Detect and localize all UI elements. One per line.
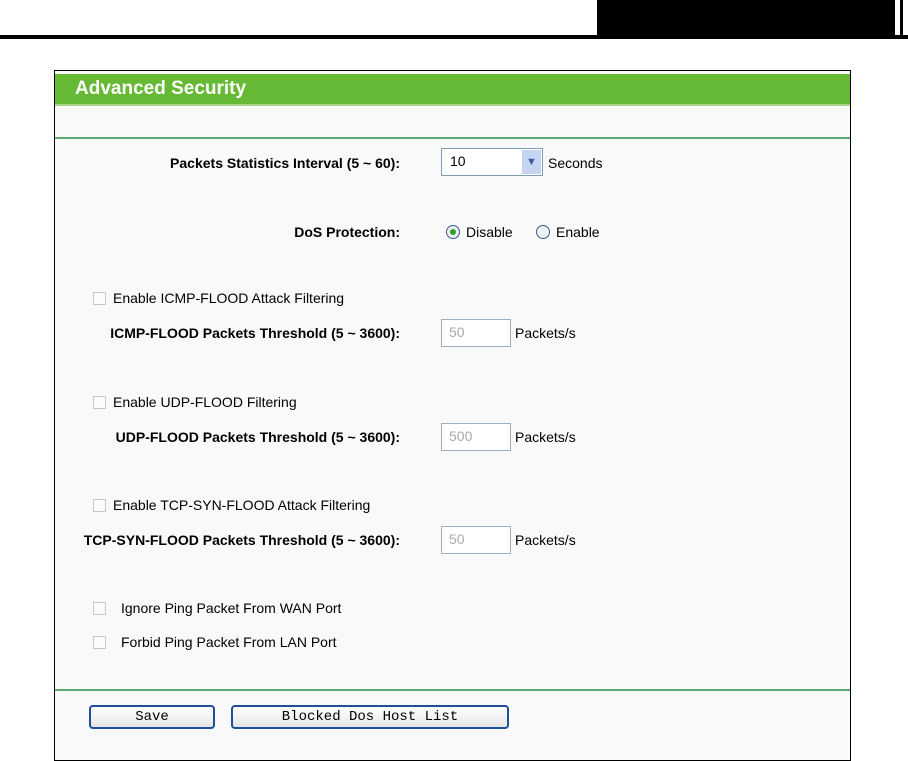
ignore-wan-ping-checkbox[interactable] [93, 602, 106, 615]
udp-unit: Packets/s [515, 429, 576, 445]
udp-threshold-input[interactable]: 500 [441, 423, 511, 451]
ignore-wan-ping-label[interactable]: Ignore Ping Packet From WAN Port [121, 600, 341, 616]
tcp-checkbox-label[interactable]: Enable TCP-SYN-FLOOD Attack Filtering [113, 497, 370, 513]
icmp-checkbox-label[interactable]: Enable ICMP-FLOOD Attack Filtering [113, 290, 344, 306]
icmp-threshold-label: ICMP-FLOOD Packets Threshold (5 ~ 3600): [110, 325, 400, 341]
tcp-checkbox[interactable] [93, 499, 106, 512]
chevron-down-icon[interactable]: ▼ [522, 150, 541, 174]
tcp-unit: Packets/s [515, 532, 576, 548]
blocked-dos-host-list-button[interactable]: Blocked Dos Host List [231, 705, 509, 729]
dos-label: DoS Protection: [294, 224, 400, 240]
dos-disable-radio[interactable] [446, 225, 460, 239]
header-black-block [597, 0, 895, 38]
icmp-checkbox[interactable] [93, 292, 106, 305]
interval-unit: Seconds [548, 155, 603, 171]
save-button[interactable]: Save [89, 705, 215, 729]
panel-header: Advanced Security [55, 74, 850, 106]
tcp-threshold-input[interactable]: 50 [441, 526, 511, 554]
udp-checkbox-label[interactable]: Enable UDP-FLOOD Filtering [113, 394, 297, 410]
forbid-lan-ping-checkbox[interactable] [93, 636, 106, 649]
separator [55, 137, 850, 139]
forbid-lan-ping-label[interactable]: Forbid Ping Packet From LAN Port [121, 634, 337, 650]
interval-value: 10 [450, 153, 466, 169]
icmp-threshold-input[interactable]: 50 [441, 319, 511, 347]
header-bar [900, 0, 903, 38]
icmp-unit: Packets/s [515, 325, 576, 341]
dos-enable-label[interactable]: Enable [556, 224, 600, 240]
udp-threshold-label: UDP-FLOOD Packets Threshold (5 ~ 3600): [115, 429, 400, 445]
separator [55, 689, 850, 691]
tcp-threshold-label: TCP-SYN-FLOOD Packets Threshold (5 ~ 360… [83, 532, 400, 548]
dos-enable-radio[interactable] [536, 225, 550, 239]
udp-checkbox[interactable] [93, 396, 106, 409]
interval-label: Packets Statistics Interval (5 ~ 60): [170, 155, 400, 171]
page-title: Advanced Security [75, 78, 247, 99]
interval-select[interactable]: 10 ▼ [441, 148, 543, 176]
dos-disable-label[interactable]: Disable [466, 224, 513, 240]
